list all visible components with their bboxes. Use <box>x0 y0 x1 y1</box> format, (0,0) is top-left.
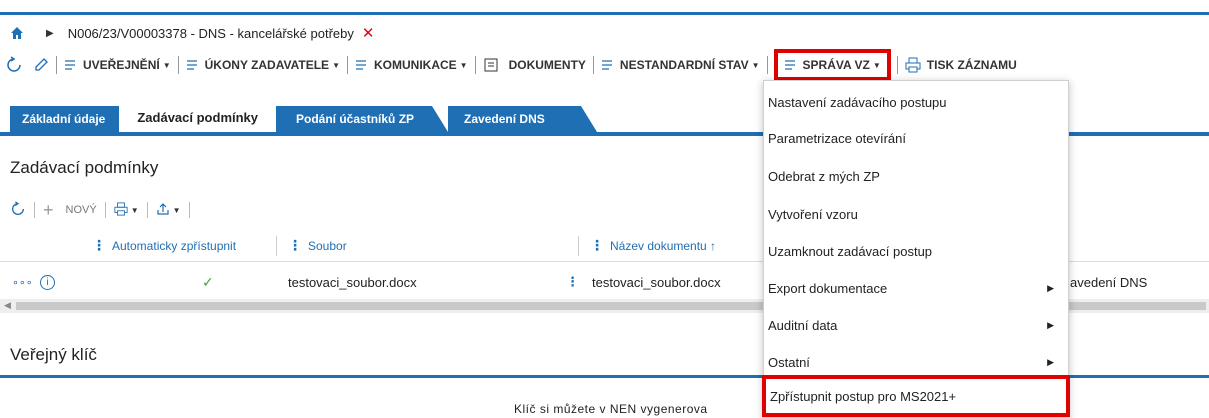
menu-item-nastaveni[interactable]: Nastavení zadávacího postupu <box>764 85 1068 119</box>
komunikace-menu[interactable]: KOMUNIKACE ▼ <box>350 50 473 80</box>
pencil-icon <box>35 58 48 71</box>
scroll-left-icon: ◀ <box>4 300 11 310</box>
menu-item-uzamknout[interactable]: Uzamknout zadávací postup <box>764 234 1068 268</box>
column-header-nazev[interactable]: ⋮ Název dokumentu ↑ <box>590 230 716 261</box>
row-menu-icon[interactable]: ⋮ <box>566 268 579 296</box>
refresh-icon[interactable] <box>10 200 26 220</box>
edit-button[interactable] <box>28 50 54 80</box>
page-title: N006/23/V00003378 - DNS - kancelářské po… <box>67 25 354 41</box>
refresh-icon <box>7 56 21 72</box>
caret-down-icon: ▼ <box>332 60 340 70</box>
list-icon <box>65 60 75 70</box>
print-icon[interactable] <box>114 201 128 219</box>
caret-down-icon: ▼ <box>162 60 171 70</box>
check-icon: ✓ <box>202 273 214 290</box>
breadcrumb-arrow-icon: ▶ <box>46 27 54 39</box>
main-toolbar: UVEŘEJNĚNÍ ▼ ÚKONY ZADAVATELE ▼ KOMUNIKACE… <box>0 49 1209 81</box>
nestandardni-stav-menu[interactable]: NESTANDARDNÍ STAV ▼ <box>596 50 765 80</box>
tab-zadavaci-podminky[interactable]: Zadávací podmínky <box>119 102 277 132</box>
list-icon <box>784 60 795 70</box>
tab-bar: Základní údaje Zadávací podmínky Podání … <box>10 102 597 132</box>
row-more-icon[interactable]: ∘∘∘ <box>12 268 33 296</box>
menu-item-vytvoreni-vzoru[interactable]: Vytvoření vzoru <box>764 197 1068 231</box>
tab-podani-ucastniku[interactable]: Podání účastníků ZP <box>276 106 449 132</box>
dokumenty-button[interactable]: DOKUMENTY <box>478 50 591 80</box>
info-icon[interactable]: i <box>40 268 55 296</box>
breadcrumb: ▶ N006/23/V00003378 - DNS - kancelářské … <box>0 22 1209 44</box>
refresh-button[interactable] <box>0 50 28 80</box>
caret-down-icon[interactable]: ▼ <box>131 206 139 215</box>
print-icon <box>905 57 921 73</box>
cell-nazev: testovaci_soubor.docx <box>592 274 721 290</box>
caret-down-icon: ▼ <box>872 60 881 70</box>
list-icon <box>186 60 197 70</box>
section-title-zadavaci-podminky: Zadávací podmínky <box>10 158 159 177</box>
export-icon[interactable] <box>156 202 170 219</box>
caret-down-icon: ▼ <box>751 60 760 70</box>
uverejneni-menu[interactable]: UVEŘEJNĚNÍ ▼ <box>59 50 176 80</box>
cell-soubor: testovaci_soubor.docx <box>288 274 417 290</box>
section-title-verejny-klic: Veřejný klíč <box>10 345 97 364</box>
tab-zavedeni-dns[interactable]: Zavedení DNS <box>448 106 597 132</box>
sprava-vz-dropdown: Nastavení zadávacího postupu Parametriza… <box>762 80 1070 418</box>
menu-item-zpristupnit-ms2021[interactable]: Zpřístupnit postup pro MS2021+ <box>762 375 1070 417</box>
grid-toolbar: + NOVÝ ▼ ▼ <box>10 196 198 224</box>
tisk-zaznamu-button[interactable]: TISK ZÁZNAMU <box>900 50 1022 80</box>
add-icon[interactable]: + <box>43 200 54 221</box>
menu-item-odebrat[interactable]: Odebrat z mých ZP <box>764 159 1068 193</box>
cell-extra: avedení DNS <box>1070 274 1148 290</box>
submenu-arrow-icon: ▶ <box>1047 356 1054 367</box>
submenu-arrow-icon: ▶ <box>1047 319 1054 330</box>
ukony-zadavatele-menu[interactable]: ÚKONY ZADAVATELE ▼ <box>181 50 345 80</box>
menu-item-parametrizace[interactable]: Parametrizace otevírání <box>764 121 1068 155</box>
caret-down-icon[interactable]: ▼ <box>173 206 181 215</box>
menu-item-export[interactable]: Export dokumentace ▶ <box>764 271 1068 305</box>
close-icon[interactable]: ✕ <box>362 24 375 42</box>
column-header-auto[interactable]: ⋮ Automaticky zpřístupnit <box>92 230 236 261</box>
caret-down-icon: ▼ <box>459 60 468 70</box>
column-header-soubor[interactable]: ⋮ Soubor <box>288 230 347 261</box>
submenu-arrow-icon: ▶ <box>1047 282 1054 293</box>
menu-item-ostatni[interactable]: Ostatní ▶ <box>764 345 1068 379</box>
list-icon <box>601 60 612 70</box>
tab-zakladni-udaje[interactable]: Základní údaje <box>10 106 120 132</box>
key-info-text: Klíč si můžete v NEN vygenerova <box>514 402 708 416</box>
menu-item-auditni-data[interactable]: Auditní data ▶ <box>764 308 1068 342</box>
top-accent-line <box>0 12 1209 15</box>
document-icon <box>484 58 498 72</box>
list-icon <box>355 60 366 70</box>
sprava-vz-menu[interactable]: SPRÁVA VZ ▼ <box>773 49 891 81</box>
new-button[interactable]: NOVÝ <box>66 204 97 216</box>
home-icon[interactable] <box>10 26 24 40</box>
